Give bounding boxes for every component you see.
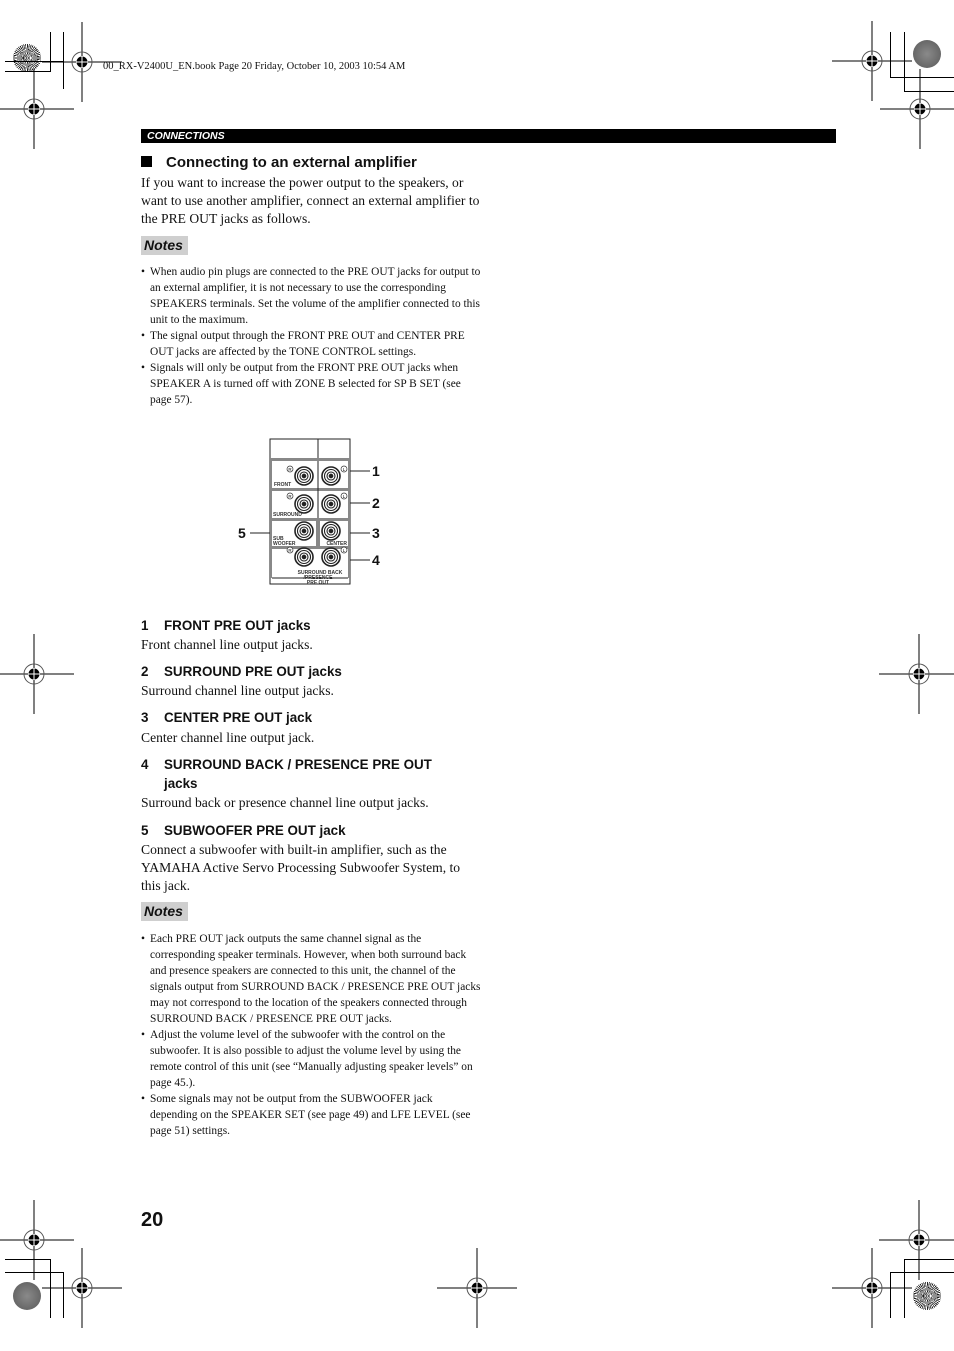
registration-mark-icon xyxy=(879,634,954,714)
bullet-icon: • xyxy=(141,933,145,945)
item-heading-2: 2 SURROUND PRE OUT jacks xyxy=(141,662,342,681)
registration-mark-icon xyxy=(0,634,74,714)
item-description-1: Front channel line output jacks. xyxy=(141,637,313,652)
bullet-icon: • xyxy=(141,362,145,374)
note-text: Each PRE OUT jack outputs the same chann… xyxy=(150,933,481,1025)
label-front: FRONT xyxy=(274,482,291,488)
label-center: CENTER xyxy=(326,541,347,547)
bullet-icon: • xyxy=(141,330,145,342)
notes-badge-2: Notes xyxy=(141,902,188,921)
note-text: Signals will only be output from the FRO… xyxy=(150,362,461,406)
gray-band xyxy=(316,521,320,546)
subwoofer-jack xyxy=(294,521,314,541)
bullet-icon: • xyxy=(141,1093,145,1105)
item-title: SURROUND PRE OUT jacks xyxy=(164,664,342,679)
item-title: SURROUND BACK / PRESENCE PRE OUT xyxy=(164,757,432,772)
registration-mark-icon xyxy=(437,1248,517,1328)
section-bar: CONNECTIONS xyxy=(141,129,836,143)
item-heading-3: 3 CENTER PRE OUT jack xyxy=(141,708,312,727)
gray-band xyxy=(270,458,272,578)
note-text: When audio pin plugs are connected to th… xyxy=(150,266,481,326)
color-target-bottom-right xyxy=(913,1282,941,1310)
crop-line xyxy=(63,1272,64,1318)
item-number: 4 xyxy=(141,757,149,772)
color-target-top-left xyxy=(13,44,41,72)
item-heading-4-cont: jacks xyxy=(141,774,198,793)
jack-panel-drawing: R LR LR LFRONTSURROUNDSUBWOOFER CENTERSURROU… xyxy=(250,438,370,586)
label-pre-out: PRE OUT xyxy=(307,580,329,586)
note-text: Adjust the volume level of the subwoofer… xyxy=(150,1029,473,1089)
front-l-jack xyxy=(321,466,341,486)
surround-r-jack xyxy=(294,494,314,514)
crop-line xyxy=(904,1259,905,1318)
surround-l-jack xyxy=(321,494,341,514)
registration-mark-icon xyxy=(42,1248,122,1328)
intro-paragraph: If you want to increase the power output… xyxy=(141,175,480,226)
item-number: 5 xyxy=(141,823,149,838)
registration-mark-icon xyxy=(832,1248,912,1328)
gray-band xyxy=(270,458,350,461)
note-item: • The signal output through the FRONT PRE… xyxy=(141,328,481,360)
book-info-header: 00_RX-V2400U_EN.book Page 20 Friday, Oct… xyxy=(103,61,406,72)
square-bullet-icon xyxy=(141,156,152,167)
item-description-4: Surround back or presence channel line o… xyxy=(141,795,429,810)
crop-line xyxy=(50,1259,51,1318)
color-target-bottom-left xyxy=(13,1282,41,1310)
section-label: CONNECTIONS xyxy=(147,130,225,142)
item-description-3: Center channel line output jack. xyxy=(141,730,315,745)
item-number: 3 xyxy=(141,710,149,725)
color-target-top-right xyxy=(913,40,941,68)
gray-band xyxy=(348,458,350,578)
item-number: 1 xyxy=(141,618,149,633)
note-text: Some signals may not be output from the … xyxy=(150,1093,471,1137)
note-item: • Some signals may not be output from the… xyxy=(141,1091,481,1139)
label-woofer: WOOFER xyxy=(273,541,296,547)
notes-list-1: • When audio pin plugs are connected to t… xyxy=(141,264,481,408)
gray-band xyxy=(270,488,350,491)
surround-back-r-jack xyxy=(294,547,314,567)
item-title: SUBWOOFER PRE OUT jack xyxy=(164,823,346,838)
pre-out-jacks-diagram: R L R L R L FRONT SURROUND SUB WOOFER CENTER SURROU… xyxy=(230,438,390,588)
item-heading-1: 1 FRONT PRE OUT jacks xyxy=(141,616,311,635)
callout-3: 3 xyxy=(372,525,380,541)
callout-2: 2 xyxy=(372,495,380,511)
front-r-jack xyxy=(294,466,314,486)
item-number: 2 xyxy=(141,664,149,679)
item-heading-4: 4 SURROUND BACK / PRESENCE PRE OUT xyxy=(141,755,432,774)
label-surround: SURROUND xyxy=(273,512,302,518)
item-title: CENTER PRE OUT jack xyxy=(164,710,313,725)
bullet-icon: • xyxy=(141,1029,145,1041)
item-heading-5: 5 SUBWOOFER PRE OUT jack xyxy=(141,821,346,840)
registration-mark-icon xyxy=(880,69,954,149)
item-description-5: Connect a subwoofer with built-in amplif… xyxy=(141,842,461,893)
crop-line xyxy=(904,1259,954,1260)
callout-5: 5 xyxy=(238,525,246,541)
item-title: FRONT PRE OUT jacks xyxy=(164,618,311,633)
crop-line xyxy=(5,1272,64,1273)
note-item: • Adjust the volume level of the subwoofe… xyxy=(141,1027,481,1091)
surround-back-l-jack xyxy=(321,547,341,567)
bullet-icon: • xyxy=(141,266,145,278)
item-description-2: Surround channel line output jacks. xyxy=(141,683,334,698)
note-item: • When audio pin plugs are connected to t… xyxy=(141,264,481,328)
callout-4: 4 xyxy=(372,552,380,568)
crop-line xyxy=(5,1259,51,1260)
notes-list-2: • Each PRE OUT jack outputs the same chan… xyxy=(141,931,481,1139)
note-item: • Each PRE OUT jack outputs the same chan… xyxy=(141,931,481,1027)
notes-badge: Notes xyxy=(141,236,188,255)
center-jack xyxy=(321,521,341,541)
gray-band xyxy=(270,518,350,521)
registration-mark-icon xyxy=(0,69,74,149)
section-heading: Connecting to an external amplifier xyxy=(141,154,417,171)
notes-label: Notes xyxy=(144,237,183,253)
crop-line xyxy=(890,1272,891,1318)
page-number: 20 xyxy=(141,1209,164,1231)
crop-line xyxy=(890,1272,954,1273)
notes-label: Notes xyxy=(144,903,183,919)
item-title-cont: jacks xyxy=(164,776,198,791)
callout-1: 1 xyxy=(372,463,380,479)
section-heading-text: Connecting to an external amplifier xyxy=(166,154,417,171)
note-text: The signal output through the FRONT PRE … xyxy=(150,330,465,358)
note-item: • Signals will only be output from the FR… xyxy=(141,360,481,408)
